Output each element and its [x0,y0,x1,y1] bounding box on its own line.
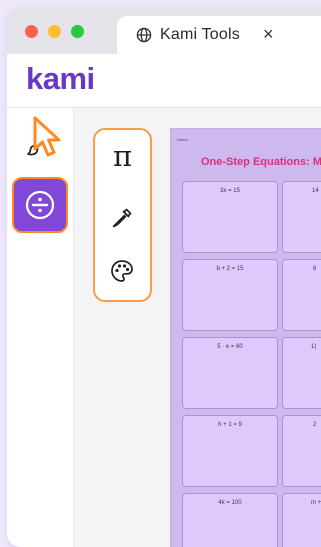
problem-text: 2 [313,422,317,428]
problem-card: 8 [282,259,321,331]
globe-icon [136,27,152,43]
eyedropper-icon[interactable] [109,205,135,231]
problem-text: 3x = 15 [220,188,240,194]
math-submenu: π [93,128,152,302]
left-toolbar [7,108,74,547]
kami-logo: kami [26,61,95,96]
name-label: Name: [177,137,189,142]
division-icon [25,190,55,220]
problem-card: 4k = 100 [182,493,278,547]
pi-icon[interactable]: π [95,140,150,172]
problem-card: 5 · e = 60 [182,337,278,409]
problem-text: 5 · e = 60 [217,344,243,350]
problem-card: b + 2 = 15 [182,259,278,331]
app-header: kami [7,54,321,108]
pointer-cursor-icon [33,116,61,157]
problem-text: 14 [312,188,319,194]
tab-title: Kami Tools [160,26,240,43]
maximize-window-button[interactable] [71,25,84,38]
problem-card: h + 1 = 9 [182,415,278,487]
problem-text: 8 [313,266,317,272]
problem-text: h + 1 = 9 [218,422,242,428]
document-canvas: π Name: One-Step Equations: M 3x = 15 14… [74,108,321,547]
worksheet-title: One-Step Equations: M [201,156,321,168]
problem-text: b + 2 = 15 [216,266,244,272]
close-window-button[interactable] [25,25,38,38]
problem-text: m + [311,500,321,506]
tab-kami-tools[interactable]: Kami Tools × [117,16,321,54]
palette-icon[interactable] [109,258,135,284]
browser-window: Kami Tools × kami π Name: One-Step Equat… [7,7,321,547]
minimize-window-button[interactable] [48,25,61,38]
problem-card: 3x = 15 [182,181,278,253]
problem-text: 4k = 100 [218,500,242,506]
worksheet-page: Name: One-Step Equations: M 3x = 15 14 b… [170,128,321,547]
problem-card: m + [282,493,321,547]
problem-card: 1( [282,337,321,409]
tab-bar: Kami Tools × [7,7,321,54]
problem-text: 1( [311,344,317,350]
close-tab-icon[interactable]: × [263,24,274,45]
problem-card: 14 [282,181,321,253]
problem-card: 2 [282,415,321,487]
math-tools-button[interactable] [12,177,68,233]
